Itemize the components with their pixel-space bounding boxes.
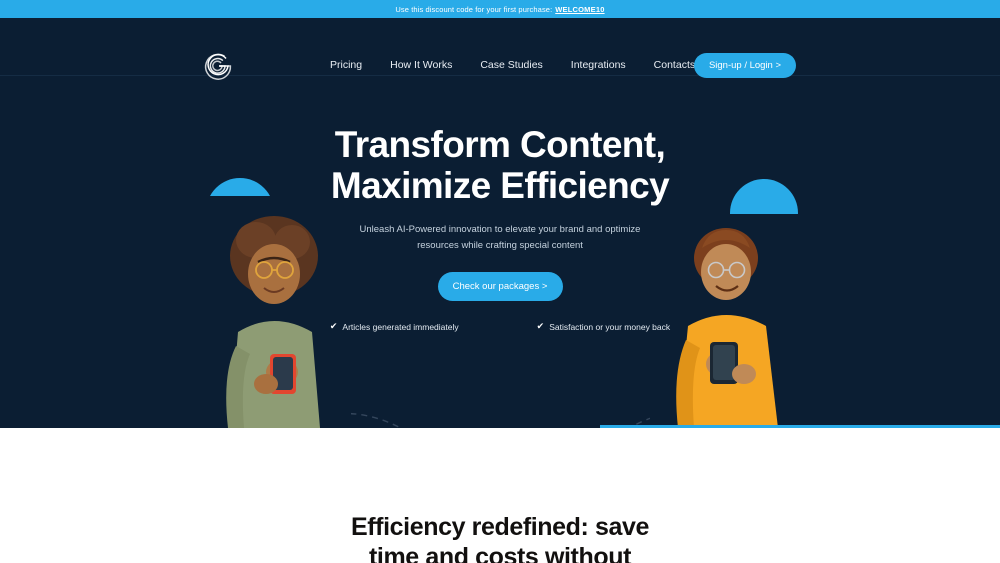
hero-benefits: ✔ Articles generated immediately ✔ Satis… [0, 321, 1000, 332]
hero-bottom-accent-strip [600, 425, 1000, 428]
nav-item-case-studies[interactable]: Case Studies [480, 59, 542, 71]
benefit-item-satisfaction: ✔ Satisfaction or your money back [537, 321, 671, 332]
efficiency-section-title: Efficiency redefined: save time and cost… [0, 512, 1000, 563]
discount-code-link[interactable]: WELCOME10 [555, 5, 604, 14]
hero-subtitle: Unleash AI-Powered innovation to elevate… [0, 222, 1000, 253]
hero-title-line-2: Maximize Efficiency [330, 165, 670, 207]
main-nav: Pricing How It Works Case Studies Integr… [330, 59, 695, 71]
hero-section: Transform Content, Maximize Efficiency U… [0, 76, 1000, 428]
check-icon: ✔ [536, 321, 545, 332]
gravity-logo-icon[interactable] [200, 48, 236, 84]
nav-item-pricing[interactable]: Pricing [330, 59, 362, 71]
benefit-label-articles: Articles generated immediately [342, 321, 459, 332]
hero-subtitle-line-1: Unleash AI-Powered innovation to elevate… [359, 223, 641, 235]
signup-login-button[interactable]: Sign-up / Login > [694, 53, 796, 78]
benefit-label-satisfaction: Satisfaction or your money back [549, 321, 671, 332]
hero-subtitle-line-2: resources while crafting special content [417, 239, 583, 251]
hero-copy: Transform Content, Maximize Efficiency U… [0, 76, 1000, 332]
nav-item-contacts[interactable]: Contacts [654, 59, 695, 71]
check-packages-button[interactable]: Check our packages > [437, 272, 563, 302]
check-icon: ✔ [329, 321, 338, 332]
nav-item-integrations[interactable]: Integrations [571, 59, 626, 71]
efficiency-title-line-2: time and costs without [368, 543, 632, 563]
hero-title: Transform Content, Maximize Efficiency [0, 124, 1000, 207]
announcement-bar: Use this discount code for your first pu… [0, 0, 1000, 18]
efficiency-section: Efficiency redefined: save time and cost… [0, 428, 1000, 563]
benefit-item-articles: ✔ Articles generated immediately [330, 321, 459, 332]
efficiency-title-line-1: Efficiency redefined: save [350, 513, 650, 541]
hero-title-line-1: Transform Content, [334, 124, 666, 165]
announcement-text: Use this discount code for your first pu… [395, 4, 553, 14]
site-header: Pricing How It Works Case Studies Integr… [0, 18, 1000, 80]
nav-item-how-it-works[interactable]: How It Works [390, 59, 452, 71]
